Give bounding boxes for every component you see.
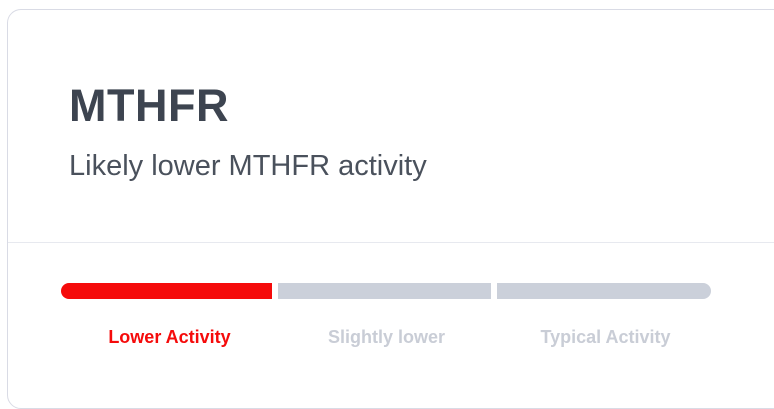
scale-segment-slightly-lower — [278, 283, 491, 299]
gene-title: MTHFR — [69, 80, 229, 131]
scale-label-slightly-lower: Slightly lower — [327, 327, 446, 347]
scale-label-lower-activity: Lower Activity — [108, 327, 231, 347]
scale-segment-typical-activity — [497, 283, 711, 299]
scale-segment-lower-activity — [61, 283, 272, 299]
scale-label-typical-activity: Typical Activity — [540, 327, 671, 347]
gene-subtitle: Likely lower MTHFR activity — [69, 150, 427, 182]
activity-scale-bar — [61, 283, 713, 299]
activity-scale-labels: Lower Activity Slightly lower Typical Ac… — [61, 324, 713, 354]
card-header: MTHFR Likely lower MTHFR activity — [8, 10, 774, 243]
